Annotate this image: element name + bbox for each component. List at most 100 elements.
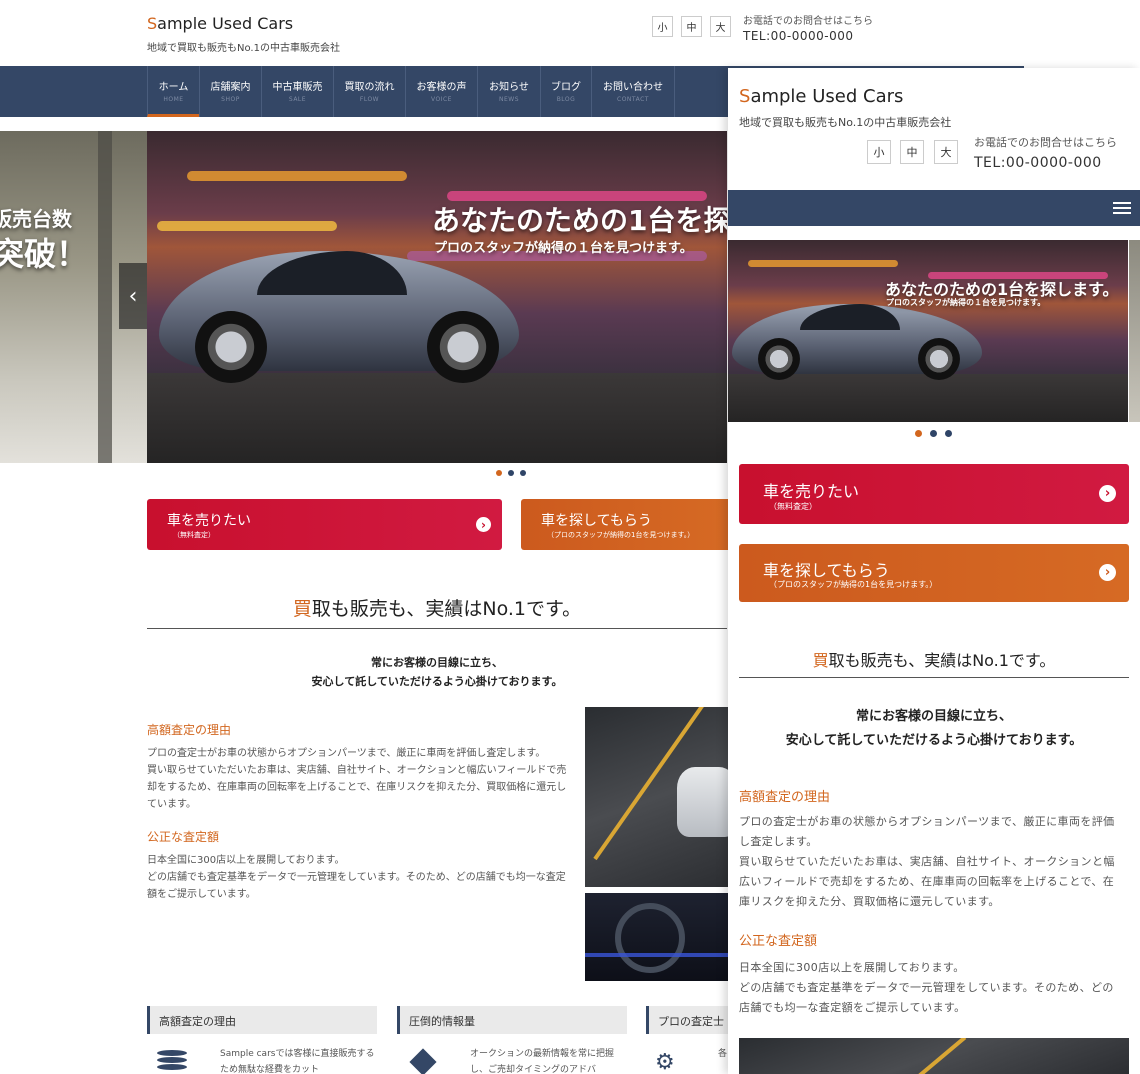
find-car-title: 車を探してもらう bbox=[763, 561, 890, 580]
road-car-photo bbox=[585, 707, 730, 887]
section-title: 買取も販売も、実績はNo.1です。 bbox=[147, 594, 727, 621]
mobile-reason-heading: 高額査定の理由 bbox=[739, 790, 831, 805]
mobile-hero-subtitle: プロのスタッフが納得の１台を見つけます。 bbox=[886, 298, 1046, 307]
mobile-hero-slide: あなたのための1台を探します。 プロのスタッフが納得の１台を見つけます。 bbox=[728, 240, 1128, 422]
hero-road bbox=[147, 373, 727, 463]
reason-text-2: 買い取らせていただいたお車は、実店舗、自社サイト、オークションと幅広いフィールド… bbox=[147, 765, 567, 810]
nav-label: 店舗案内 bbox=[210, 82, 251, 93]
light-streak bbox=[748, 260, 898, 267]
mobile-reason-text: プロの査定士がお車の状態からオプションパーツまで、厳正に車両を評価し査定します。… bbox=[739, 812, 1119, 912]
nav-item-voice[interactable]: お客様の声 VOICE bbox=[405, 66, 477, 117]
mobile-sell-car-button[interactable]: 車を売りたい （無料査定） › bbox=[739, 464, 1129, 524]
car-interior-photo bbox=[585, 893, 730, 981]
find-car-button[interactable]: 車を探してもらう （プロのスタッフが納得の1台を見つけます。） bbox=[521, 499, 731, 550]
logo-text: ample Used Cars bbox=[157, 14, 294, 33]
nav-label: 中古車販売 bbox=[272, 82, 323, 93]
mobile-section-divider bbox=[739, 677, 1129, 678]
mobile-view: Sample Used Cars 地域で買取も販売もNo.1の中古車販売会社 小… bbox=[728, 68, 1140, 1074]
slider-dot-3[interactable] bbox=[520, 470, 526, 476]
mobile-site-logo[interactable]: Sample Used Cars bbox=[739, 86, 903, 107]
find-car-sub: （プロのスタッフが納得の1台を見つけます。） bbox=[547, 531, 695, 539]
font-size-medium-button[interactable]: 中 bbox=[681, 16, 702, 37]
stack-layer bbox=[409, 1048, 437, 1074]
find-car-sub: （プロのスタッフが納得の1台を見つけます。） bbox=[769, 580, 938, 589]
coin-layer bbox=[157, 1064, 187, 1070]
mobile-font-size-small-button[interactable]: 小 bbox=[867, 140, 891, 164]
nav-item-home[interactable]: ホーム HOME bbox=[147, 66, 199, 117]
nav-label: 買取の流れ bbox=[344, 82, 395, 93]
nav-sublabel: FLOW bbox=[359, 96, 380, 103]
site-logo[interactable]: Sample Used Cars bbox=[147, 14, 293, 33]
nav-label: お知らせ bbox=[489, 82, 529, 93]
arrow-right-icon: › bbox=[1099, 564, 1116, 581]
mobile-site-tagline: 地域で買取も販売もNo.1の中古車販売会社 bbox=[739, 116, 952, 129]
stack-icon bbox=[408, 1048, 438, 1074]
hero-subtitle: プロのスタッフが納得の１台を見つけます。 bbox=[434, 241, 693, 256]
arrow-right-icon: › bbox=[476, 517, 491, 532]
ambient-light bbox=[585, 953, 730, 957]
mobile-font-size-medium-button[interactable]: 中 bbox=[900, 140, 924, 164]
mobile-slider-dot-2[interactable] bbox=[930, 430, 937, 437]
reason-text: プロの査定士がお車の状態からオプションパーツまで、厳正に車両を評価し査定します。… bbox=[147, 745, 572, 813]
nav-sublabel: NEWS bbox=[498, 96, 520, 103]
font-size-large-button[interactable]: 大 bbox=[710, 16, 731, 37]
gear-icon: ⚙ bbox=[655, 1050, 675, 1074]
sell-car-button[interactable]: 車を売りたい （無料査定） › bbox=[147, 499, 502, 550]
nav-sublabel: SALE bbox=[288, 96, 307, 103]
hero-car-wheel bbox=[195, 311, 267, 383]
slider-dot-2[interactable] bbox=[508, 470, 514, 476]
nav-item-news[interactable]: お知らせ NEWS bbox=[477, 66, 540, 117]
arrow-right-icon: › bbox=[1099, 485, 1116, 502]
hero-title: あなたのための1台を探します。 bbox=[432, 204, 727, 237]
nav-sublabel: SHOP bbox=[221, 96, 240, 103]
nav-item-sale[interactable]: 中古車販売 SALE bbox=[261, 66, 333, 117]
fair-text-1: 日本全国に300店以上を展開しております。 bbox=[739, 961, 965, 974]
feature-card-1: 高額査定の理由 bbox=[147, 1006, 377, 1034]
reason-heading: 高額査定の理由 bbox=[147, 723, 232, 737]
mobile-section-title: 買取も販売も、実績はNo.1です。 bbox=[739, 647, 1129, 671]
mobile-tel-number[interactable]: TEL:00-0000-000 bbox=[974, 155, 1102, 171]
hamburger-line bbox=[1113, 212, 1131, 214]
hero-road bbox=[728, 374, 1128, 422]
lead-line-1: 常にお客様の目線に立ち、 bbox=[371, 656, 503, 669]
section-divider bbox=[147, 628, 727, 629]
section-title-initial: 買 bbox=[292, 598, 312, 620]
mobile-slider-dot-1[interactable] bbox=[915, 430, 922, 437]
nav-label: ホーム bbox=[158, 82, 189, 93]
section-title-text: 取も販売も、実績はNo.1です。 bbox=[311, 598, 582, 620]
coins-icon bbox=[157, 1050, 187, 1074]
light-streak bbox=[187, 171, 407, 181]
find-car-title: 車を探してもらう bbox=[541, 513, 652, 529]
mobile-nav-bar bbox=[728, 190, 1140, 226]
steering-wheel bbox=[615, 903, 685, 973]
mobile-find-car-button[interactable]: 車を探してもらう （プロのスタッフが納得の1台を見つけます。） › bbox=[739, 544, 1129, 602]
mobile-slider-dot-3[interactable] bbox=[945, 430, 952, 437]
lead-line-2: 安心して託していただけるよう心掛けております。 bbox=[311, 675, 563, 688]
reason-text-1: プロの査定士がお車の状態からオプションパーツまで、厳正に車両を評価し査定します。 bbox=[147, 748, 546, 759]
hero-prev-arrow[interactable]: ‹ bbox=[119, 263, 147, 329]
reason-text-1: プロの査定士がお車の状態からオプションパーツまで、厳正に車両を評価し査定します。 bbox=[739, 815, 1115, 848]
prev-slide-line2: 突破！ bbox=[0, 235, 89, 273]
nav-item-contact[interactable]: お問い合わせ CONTACT bbox=[591, 66, 675, 117]
mobile-font-size-large-button[interactable]: 大 bbox=[934, 140, 958, 164]
fair-text-2: どの店舗でも査定基準をデータで一元管理をしています。そのため、どの店舗でも均一な… bbox=[147, 872, 566, 900]
nav-sublabel: BLOG bbox=[556, 96, 576, 103]
mobile-road-photo bbox=[739, 1038, 1129, 1074]
nav-item-shop[interactable]: 店舗案内 SHOP bbox=[199, 66, 261, 117]
hero-car-wheel bbox=[918, 338, 960, 380]
hamburger-menu-icon[interactable] bbox=[1113, 202, 1131, 216]
nav-label: お問い合わせ bbox=[603, 82, 663, 93]
font-size-small-button[interactable]: 小 bbox=[652, 16, 673, 37]
nav-item-blog[interactable]: ブログ BLOG bbox=[540, 66, 591, 117]
prev-slide-pole bbox=[98, 131, 112, 463]
section-title-initial: 買 bbox=[812, 651, 829, 670]
fair-text-1: 日本全国に300店以上を展開しております。 bbox=[147, 855, 345, 866]
tel-number[interactable]: TEL:00-0000-000 bbox=[743, 29, 854, 43]
slider-dot-1[interactable] bbox=[496, 470, 502, 476]
nav-sublabel: HOME bbox=[163, 96, 184, 103]
logo-initial: S bbox=[147, 14, 158, 33]
nav-item-flow[interactable]: 買取の流れ FLOW bbox=[333, 66, 405, 117]
coin-layer bbox=[157, 1057, 187, 1063]
section-title-text: 取も販売も、実績はNo.1です。 bbox=[828, 651, 1056, 670]
nav-label: ブログ bbox=[551, 82, 581, 93]
